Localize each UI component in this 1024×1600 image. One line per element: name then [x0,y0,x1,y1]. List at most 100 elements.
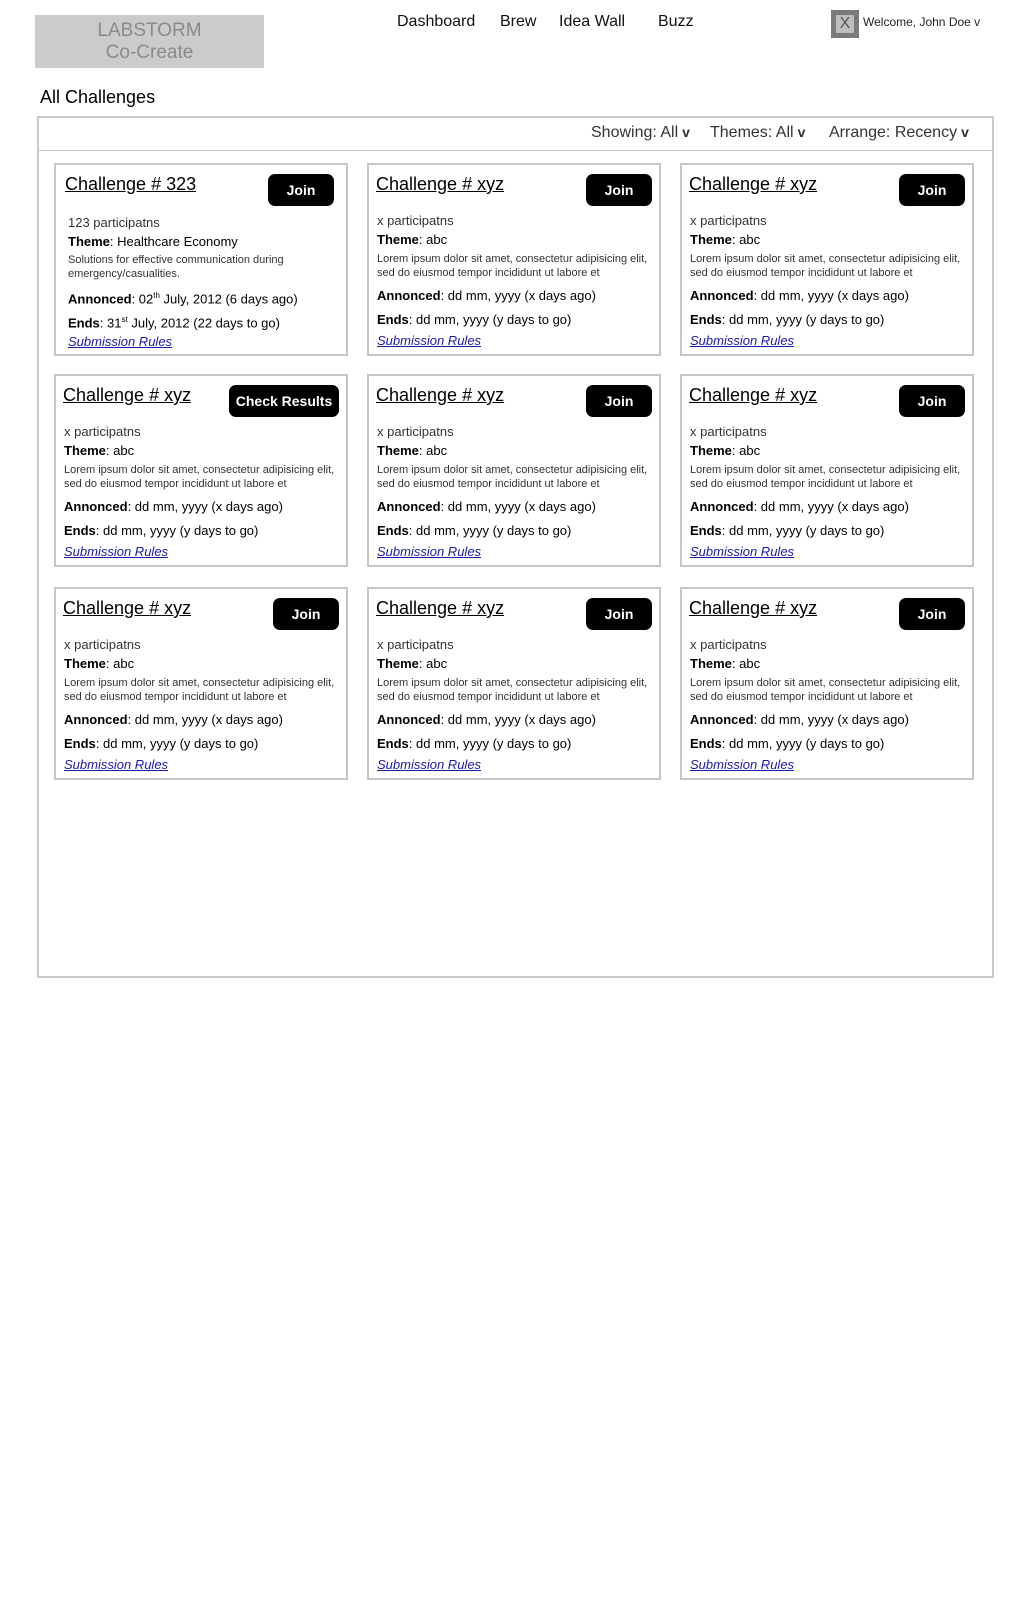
theme-label: Theme [68,234,110,249]
announced-value: dd mm, yyyy (x days ago) [134,712,283,727]
challenge-title[interactable]: Challenge # xyz [689,385,817,406]
participants-count: x participatns [377,213,454,228]
challenge-theme: Theme: abc [690,443,761,458]
challenge-theme: Theme: abc [377,656,448,671]
app-logo[interactable]: LABSTORM Co-Create [35,15,264,68]
nav-idea-wall[interactable]: Idea Wall [559,13,625,31]
theme-label: Theme [377,656,419,671]
showing-filter[interactable]: Showing: All v [591,124,690,142]
challenge-description: Lorem ipsum dolor sit amet, consectetur … [377,464,648,490]
announced-date: Annonced: dd mm, yyyy (x days ago) [64,499,283,514]
submission-rules-link[interactable]: Submission Rules [64,544,168,559]
challenge-title[interactable]: Challenge # xyz [376,174,504,195]
join-button[interactable]: Join [899,598,965,630]
join-button[interactable]: Join [586,385,652,417]
join-button[interactable]: Join [586,174,652,206]
nav-buzz[interactable]: Buzz [658,13,694,31]
ends-label: Ends [690,736,722,751]
submission-rules-link[interactable]: Submission Rules [377,333,481,348]
theme-label: Theme [64,656,106,671]
announced-date: Annonced: dd mm, yyyy (x days ago) [64,712,283,727]
nav-dashboard[interactable]: Dashboard [397,13,475,31]
challenge-description: Lorem ipsum dolor sit amet, consectetur … [690,464,961,490]
end-date: Ends: dd mm, yyyy (y days to go) [690,312,885,327]
theme-value: abc [426,443,448,458]
challenge-title[interactable]: Challenge # 323 [65,174,196,195]
ends-label: Ends [64,523,96,538]
theme-label: Theme [690,443,732,458]
ends-value: dd mm, yyyy (y days to go) [103,523,259,538]
challenge-theme: Theme: abc [690,656,761,671]
announced-date: Annonced: dd mm, yyyy (x days ago) [690,712,909,727]
challenge-title[interactable]: Challenge # xyz [63,598,191,619]
theme-value: Healthcare Economy [117,234,238,249]
ends-rest: July, 2012 (22 days to go) [127,315,280,331]
theme-value: abc [739,232,761,247]
user-menu[interactable]: Welcome, John Doe v [863,15,980,29]
ends-label: Ends [690,312,722,327]
challenge-description: Solutions for effective communication du… [68,254,284,280]
announced-date: Annonced: dd mm, yyyy (x days ago) [377,288,596,303]
challenge-description: Lorem ipsum dolor sit amet, consectetur … [377,677,648,703]
nav-brew[interactable]: Brew [500,13,536,31]
ends-value: dd mm, yyyy (y days to go) [729,312,885,327]
theme-label: Theme [377,443,419,458]
challenge-description: Lorem ipsum dolor sit amet, consectetur … [64,464,335,490]
join-button[interactable]: Join [273,598,339,630]
submission-rules-link[interactable]: Submission Rules [690,544,794,559]
arrange-filter-label: Arrange: Recency [829,124,958,141]
join-button[interactable]: Join [268,174,334,206]
participants-count: 123 participatns [68,215,160,230]
announced-label: Annonced [377,288,441,303]
join-button[interactable]: Join [899,385,965,417]
logo-line-1: LABSTORM [97,20,202,41]
avatar[interactable]: X [831,10,859,38]
ends-label: Ends [377,523,409,538]
ends-value: dd mm, yyyy (y days to go) [103,736,259,751]
logo-line-2: Co-Create [105,42,194,63]
submission-rules-link[interactable]: Submission Rules [690,333,794,348]
theme-label: Theme [377,232,419,247]
announced-suffix: th [153,291,160,300]
ends-day: 31 [107,315,122,331]
announced-rest: July, 2012 (6 days ago) [159,291,298,307]
arrange-filter[interactable]: Arrange: Recency v [829,124,969,142]
announced-label: Annonced [377,712,441,727]
announced-date: Annonced: dd mm, yyyy (x days ago) [690,499,909,514]
participants-count: x participatns [690,213,767,228]
submission-rules-link[interactable]: Submission Rules [690,757,794,772]
join-button[interactable]: Join [899,174,965,206]
announced-date: Annonced: 02th July, 2012 (6 days ago) [68,291,298,307]
announced-label: Annonced [690,712,754,727]
theme-value: abc [426,656,448,671]
end-date: Ends: dd mm, yyyy (y days to go) [377,312,572,327]
submission-rules-link[interactable]: Submission Rules [377,544,481,559]
challenge-title[interactable]: Challenge # xyz [689,174,817,195]
chevron-down-icon: v [682,124,690,140]
challenge-title[interactable]: Challenge # xyz [63,385,191,406]
ends-value: dd mm, yyyy (y days to go) [416,312,572,327]
challenge-theme: Theme: abc [377,443,448,458]
participants-count: x participatns [64,424,141,439]
end-date: Ends: dd mm, yyyy (y days to go) [377,736,572,751]
ends-value: dd mm, yyyy (y days to go) [729,523,885,538]
challenge-card: Challenge # xyz Check Results x particip… [54,374,348,567]
challenge-description: Lorem ipsum dolor sit amet, consectetur … [690,253,961,279]
ends-value: dd mm, yyyy (y days to go) [729,736,885,751]
check-results-button[interactable]: Check Results [229,385,339,417]
submission-rules-link[interactable]: Submission Rules [68,334,172,349]
ends-value: dd mm, yyyy (y days to go) [416,736,572,751]
submission-rules-link[interactable]: Submission Rules [377,757,481,772]
announced-value: dd mm, yyyy (x days ago) [760,288,909,303]
submission-rules-link[interactable]: Submission Rules [64,757,168,772]
ends-label: Ends [690,523,722,538]
challenge-title[interactable]: Challenge # xyz [376,385,504,406]
challenge-title[interactable]: Challenge # xyz [689,598,817,619]
announced-label: Annonced [690,288,754,303]
challenge-title[interactable]: Challenge # xyz [376,598,504,619]
themes-filter[interactable]: Themes: All v [710,124,805,142]
challenge-theme: Theme: Healthcare Economy [68,234,238,249]
join-button[interactable]: Join [586,598,652,630]
theme-value: abc [739,443,761,458]
challenge-card: Challenge # xyz Join x participatns Them… [54,587,348,780]
